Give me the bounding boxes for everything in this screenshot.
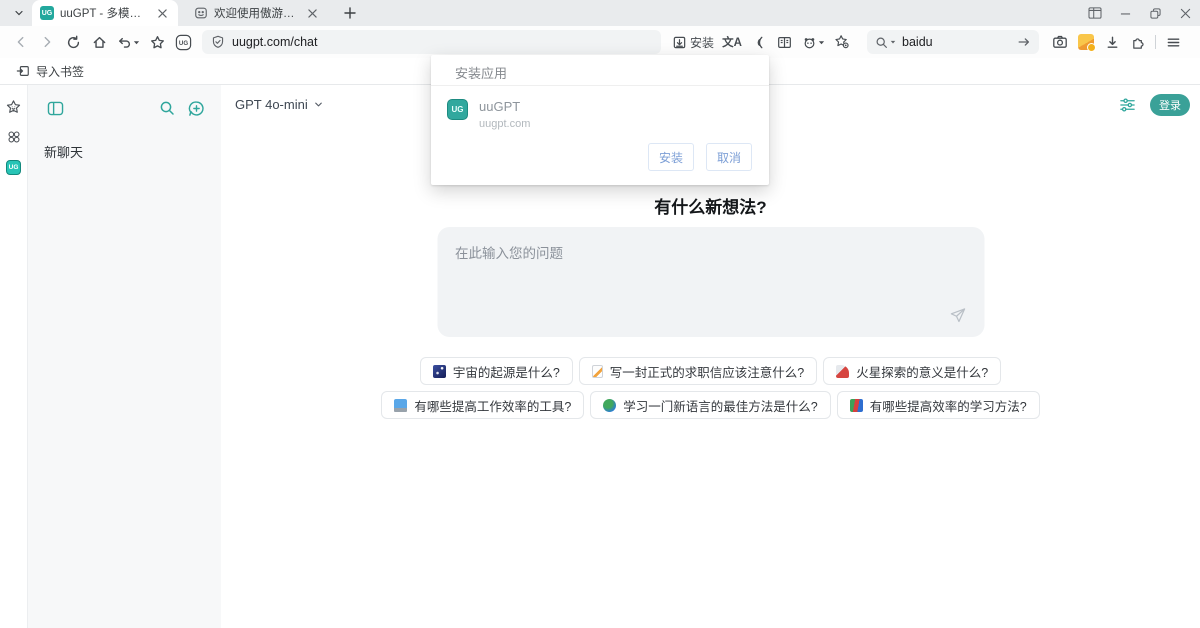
chevron-down-icon — [313, 99, 324, 110]
milky-way-icon — [433, 365, 446, 378]
send-icon[interactable] — [948, 305, 968, 325]
install-icon — [672, 35, 687, 50]
uugpt-favicon-icon: UG — [40, 6, 54, 20]
tab-bar: UG uuGPT - 多模型AI对话 欢迎使用傲游浏览器 — [0, 0, 1200, 26]
suggestion-row-2: 有哪些提高工作效率的工具? 学习一门新语言的最佳方法是什么? 有哪些提高效率的学… — [221, 391, 1200, 419]
import-bookmarks-label: 导入书签 — [36, 63, 84, 80]
read-aloud-icon[interactable] — [745, 29, 771, 55]
favorites-star-face-icon[interactable] — [5, 98, 23, 116]
suggestion-label: 学习一门新语言的最佳方法是什么? — [623, 396, 817, 415]
toolbar-divider — [1155, 35, 1156, 49]
app-name: uuGPT — [479, 99, 530, 114]
search-box[interactable]: baidu — [867, 30, 1039, 54]
globe-icon — [603, 399, 616, 412]
install-app-dialog: 安装应用 UG uuGPT uugpt.com 安装 取消 — [431, 55, 769, 185]
uugpt-app-badge-icon[interactable]: UG — [5, 158, 23, 176]
address-bar[interactable]: uugpt.com/chat — [202, 30, 661, 54]
suggestion-chip[interactable]: 宇宙的起源是什么? — [420, 357, 573, 385]
back-icon[interactable] — [8, 29, 34, 55]
model-name: GPT 4o-mini — [235, 97, 308, 112]
minimize-icon[interactable] — [1110, 0, 1140, 26]
close-tab-icon[interactable] — [304, 5, 320, 21]
split-layout-icon[interactable] — [1080, 0, 1110, 26]
app-domain: uugpt.com — [479, 118, 530, 130]
window-controls — [1080, 0, 1200, 26]
tab-title: 欢迎使用傲游浏览器 — [214, 5, 298, 21]
tab-list-chevron-icon[interactable] — [6, 3, 32, 23]
browser-toolbar: UG uugpt.com/chat 安装 文A baidu — [0, 26, 1200, 58]
close-window-icon[interactable] — [1170, 0, 1200, 26]
tab-uugpt[interactable]: UG uuGPT - 多模型AI对话 — [32, 0, 178, 26]
apps-clover-icon[interactable] — [5, 128, 23, 146]
menu-hamburger-icon[interactable] — [1160, 29, 1186, 55]
reload-icon[interactable] — [60, 29, 86, 55]
suggestion-chip[interactable]: 火星探索的意义是什么? — [823, 357, 1001, 385]
login-button[interactable]: 登录 — [1150, 94, 1190, 116]
prompt-input-card — [437, 227, 984, 337]
model-selector[interactable]: GPT 4o-mini — [235, 97, 324, 112]
install-confirm-button[interactable]: 安装 — [648, 143, 694, 171]
new-chat-icon[interactable] — [185, 97, 207, 119]
suggestion-chip[interactable]: 写一封正式的求职信应该注意什么? — [579, 357, 817, 385]
install-cancel-button[interactable]: 取消 — [706, 143, 752, 171]
new-chat-label[interactable]: 新聊天 — [44, 142, 83, 161]
smiley-favicon-icon — [194, 6, 208, 20]
forward-icon[interactable] — [34, 29, 60, 55]
search-engine-caret-icon — [890, 39, 896, 45]
install-label: 安装 — [690, 34, 714, 51]
suggestion-label: 火星探索的意义是什么? — [856, 362, 988, 381]
maxnote-icon[interactable] — [1073, 29, 1099, 55]
assistant-panda-icon[interactable] — [797, 29, 829, 55]
new-tab-button[interactable] — [338, 2, 362, 24]
ug-sidebar-app-icon[interactable]: UG — [170, 29, 196, 55]
search-chats-icon[interactable] — [156, 97, 178, 119]
suggestion-chip[interactable]: 学习一门新语言的最佳方法是什么? — [590, 391, 830, 419]
favorites-manager-icon[interactable] — [829, 29, 855, 55]
prompt-input[interactable] — [437, 227, 984, 337]
translate-icon[interactable]: 文A — [719, 29, 745, 55]
extensions-puzzle-icon[interactable] — [1125, 29, 1151, 55]
suggestion-row-1: 宇宙的起源是什么? 写一封正式的求职信应该注意什么? 火星探索的意义是什么? — [221, 357, 1200, 385]
suggestion-label: 有哪些提高工作效率的工具? — [414, 396, 571, 415]
page-title: 有什么新想法? — [221, 193, 1200, 218]
suggestion-chip[interactable]: 有哪些提高效率的学习方法? — [837, 391, 1040, 419]
search-go-arrow-icon[interactable] — [1017, 35, 1031, 49]
svg-text:UG: UG — [178, 40, 187, 47]
suggestion-chip[interactable]: 有哪些提高工作效率的工具? — [381, 391, 584, 419]
rocket-icon — [836, 365, 849, 378]
tab-maxthon-welcome[interactable]: 欢迎使用傲游浏览器 — [186, 0, 328, 26]
suggestion-label: 宇宙的起源是什么? — [453, 362, 560, 381]
screenshot-camera-icon[interactable] — [1047, 29, 1073, 55]
app-icon: UG — [447, 99, 468, 120]
suggestion-label: 写一封正式的求职信应该注意什么? — [610, 362, 804, 381]
undo-icon[interactable] — [112, 29, 144, 55]
memo-icon — [592, 365, 603, 378]
close-tab-icon[interactable] — [154, 5, 170, 21]
browser-side-strip: UG — [0, 85, 28, 628]
settings-sliders-icon[interactable] — [1119, 97, 1136, 113]
reader-mode-icon[interactable] — [771, 29, 797, 55]
suggestion-label: 有哪些提高效率的学习方法? — [870, 396, 1027, 415]
site-security-shield-icon[interactable] — [211, 35, 225, 49]
dialog-title: 安装应用 — [431, 55, 769, 86]
favorite-star-icon[interactable] — [144, 29, 170, 55]
downloads-icon[interactable] — [1099, 29, 1125, 55]
tab-title: uuGPT - 多模型AI对话 — [60, 5, 148, 21]
home-icon[interactable] — [86, 29, 112, 55]
import-icon — [16, 64, 30, 78]
import-bookmarks-button[interactable]: 导入书签 — [10, 60, 90, 83]
books-icon — [850, 399, 863, 412]
collapse-sidebar-icon[interactable] — [44, 97, 66, 119]
laptop-icon — [394, 399, 407, 412]
url-text: uugpt.com/chat — [232, 35, 317, 49]
restore-icon[interactable] — [1140, 0, 1170, 26]
search-icon — [875, 36, 888, 49]
chat-sidebar: 新聊天 — [28, 85, 221, 628]
install-app-button[interactable]: 安装 — [667, 29, 719, 55]
search-engine-label: baidu — [902, 35, 1017, 49]
